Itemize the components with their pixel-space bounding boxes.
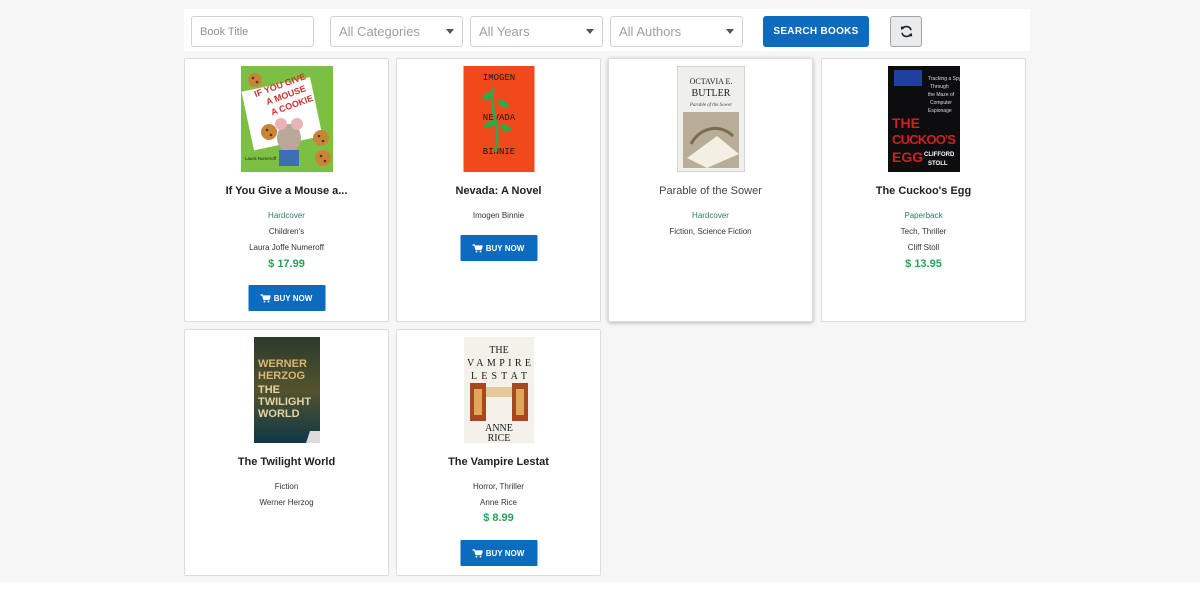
cover-text: THE: [892, 115, 920, 131]
book-format: Hardcover: [692, 211, 729, 220]
cover-text: RICE: [487, 433, 510, 443]
book-author: Cliff Stoll: [907, 243, 940, 252]
cover-text: BINNIE: [482, 147, 514, 157]
cover-text: CLIFFORD: [924, 152, 955, 158]
book-cover-image: Tracking a Spy Through the Maze of Compu…: [887, 66, 960, 172]
book-cover-image: IF YOU GIVE A MOUSE A COOKIE Laura Numer…: [240, 66, 333, 172]
search-toolbar: All Categories All Years All Authors SEA…: [184, 9, 1030, 51]
book-author: Imogen Binnie: [472, 211, 525, 220]
book-price: $ 13.95: [905, 258, 942, 270]
book-cover-image: THE VAMPIRE LESTAT ANNE RICE: [463, 337, 534, 443]
book-card[interactable]: Tracking a Spy Through the Maze of Compu…: [821, 58, 1026, 322]
book-categories: Children's: [268, 227, 305, 236]
book-cover-image: WERNER HERZOG THE TWILIGHT WORLD: [253, 337, 320, 443]
book-categories: Fiction, Science Fiction: [669, 227, 752, 236]
cover-author: Laura Numeroff: [245, 156, 277, 161]
book-format: Paperback: [904, 211, 943, 220]
book-card[interactable]: THE VAMPIRE LESTAT ANNE RICE The Vampire…: [396, 329, 601, 576]
author-select-value: All Authors: [619, 24, 682, 39]
book-categories: Horror, Thriller: [473, 482, 524, 491]
buy-now-button[interactable]: BUY NOW: [460, 235, 537, 261]
book-card[interactable]: WERNER HERZOG THE TWILIGHT WORLD The Twi…: [184, 329, 389, 576]
chevron-down-icon: [586, 29, 594, 34]
book-title[interactable]: Parable of the Sower: [609, 185, 812, 197]
book-price: $ 8.99: [483, 512, 514, 524]
cart-icon: [472, 243, 483, 252]
cover-text: VAMPIRE: [467, 358, 531, 369]
cover-subtitle: Parable of the Sower: [688, 103, 731, 108]
cover-text: Through: [930, 84, 949, 90]
book-categories: Tech, Thriller: [900, 227, 947, 236]
cover-text: THE: [489, 345, 508, 356]
buy-now-label: BUY NOW: [485, 548, 525, 558]
cover-text: CUCKOO'S: [892, 132, 956, 147]
refresh-button[interactable]: [890, 16, 922, 47]
book-cover-image: IMOGEN NEVADA BINNIE: [463, 66, 534, 172]
cover-text: IMOGEN: [482, 73, 514, 83]
cover-text: Tracking a Spy: [928, 76, 960, 82]
cover-text: Computer: [930, 100, 952, 106]
cover-text: THE: [258, 384, 280, 396]
chevron-down-icon: [726, 29, 734, 34]
book-card[interactable]: IF YOU GIVE A MOUSE A COOKIE Laura Numer…: [184, 58, 389, 322]
book-title[interactable]: Nevada: A Novel: [397, 185, 600, 197]
book-author: Anne Rice: [480, 498, 517, 507]
book-card[interactable]: IMOGEN NEVADA BINNIE Nevada: A Novel Imo…: [396, 58, 601, 322]
cover-text: OCTAVIA E.: [689, 77, 732, 86]
cover-text: WORLD: [258, 408, 300, 420]
chevron-down-icon: [446, 29, 454, 34]
cover-text: the Maze of: [928, 92, 955, 98]
book-categories: Fiction: [274, 482, 299, 491]
book-title[interactable]: The Vampire Lestat: [397, 456, 600, 468]
book-author: Werner Herzog: [259, 498, 314, 507]
book-price: $ 17.99: [268, 258, 305, 270]
cover-text: WERNER: [258, 358, 307, 370]
buy-now-button[interactable]: BUY NOW: [460, 540, 537, 566]
category-select[interactable]: All Categories: [330, 16, 463, 47]
book-title[interactable]: If You Give a Mouse a...: [185, 185, 388, 197]
cover-text: STOLL: [928, 161, 948, 167]
buy-now-label: BUY NOW: [485, 243, 525, 253]
book-title[interactable]: The Twilight World: [185, 456, 388, 468]
book-cover-image: OCTAVIA E. BUTLER Parable of the Sower: [676, 66, 745, 172]
cart-icon: [260, 293, 271, 302]
cover-text: TWILIGHT: [258, 396, 311, 408]
year-select-value: All Years: [479, 24, 530, 39]
search-books-button[interactable]: SEARCH BOOKS: [763, 16, 869, 47]
buy-now-label: BUY NOW: [273, 293, 313, 303]
cover-text: Espionage: [928, 108, 952, 114]
book-card[interactable]: OCTAVIA E. BUTLER Parable of the Sower P…: [608, 58, 813, 322]
buy-now-button[interactable]: BUY NOW: [248, 285, 325, 311]
cover-text: BUTLER: [691, 88, 730, 99]
year-select[interactable]: All Years: [470, 16, 603, 47]
category-select-value: All Categories: [339, 24, 420, 39]
book-author: Laura Joffe Numeroff: [249, 243, 324, 252]
cart-icon: [472, 548, 483, 557]
cover-text: NEVADA: [482, 113, 515, 123]
refresh-icon: [900, 25, 912, 38]
book-format: Hardcover: [268, 211, 305, 220]
book-title[interactable]: The Cuckoo's Egg: [822, 185, 1025, 197]
author-select[interactable]: All Authors: [610, 16, 743, 47]
cover-text: EGG: [892, 149, 923, 165]
cover-text: HERZOG: [258, 370, 305, 382]
book-title-input[interactable]: [191, 16, 314, 47]
